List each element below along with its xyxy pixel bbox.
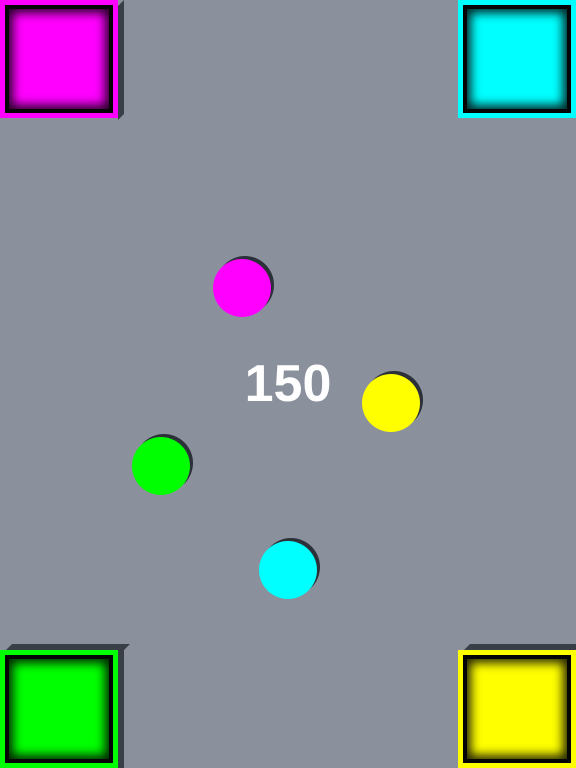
game-board[interactable]: 150 <box>0 0 576 768</box>
yellow-bin <box>458 644 576 768</box>
ball-body <box>213 259 271 317</box>
cyan-ball[interactable] <box>259 538 320 599</box>
bin-fill <box>467 9 567 109</box>
yellow-ball[interactable] <box>362 371 423 432</box>
bin-fill <box>9 659 109 759</box>
bin-fill <box>9 9 109 109</box>
ball-body <box>259 541 317 599</box>
cyan-bin <box>458 0 576 118</box>
green-ball[interactable] <box>132 434 193 495</box>
magenta-ball[interactable] <box>213 256 274 317</box>
magenta-bin <box>0 0 124 120</box>
bin-side <box>118 644 124 768</box>
bin-fill <box>467 659 567 759</box>
ball-body <box>362 374 420 432</box>
green-bin <box>0 644 130 768</box>
ball-body <box>132 437 190 495</box>
score-counter: 150 <box>244 355 332 413</box>
bin-side <box>118 0 124 120</box>
